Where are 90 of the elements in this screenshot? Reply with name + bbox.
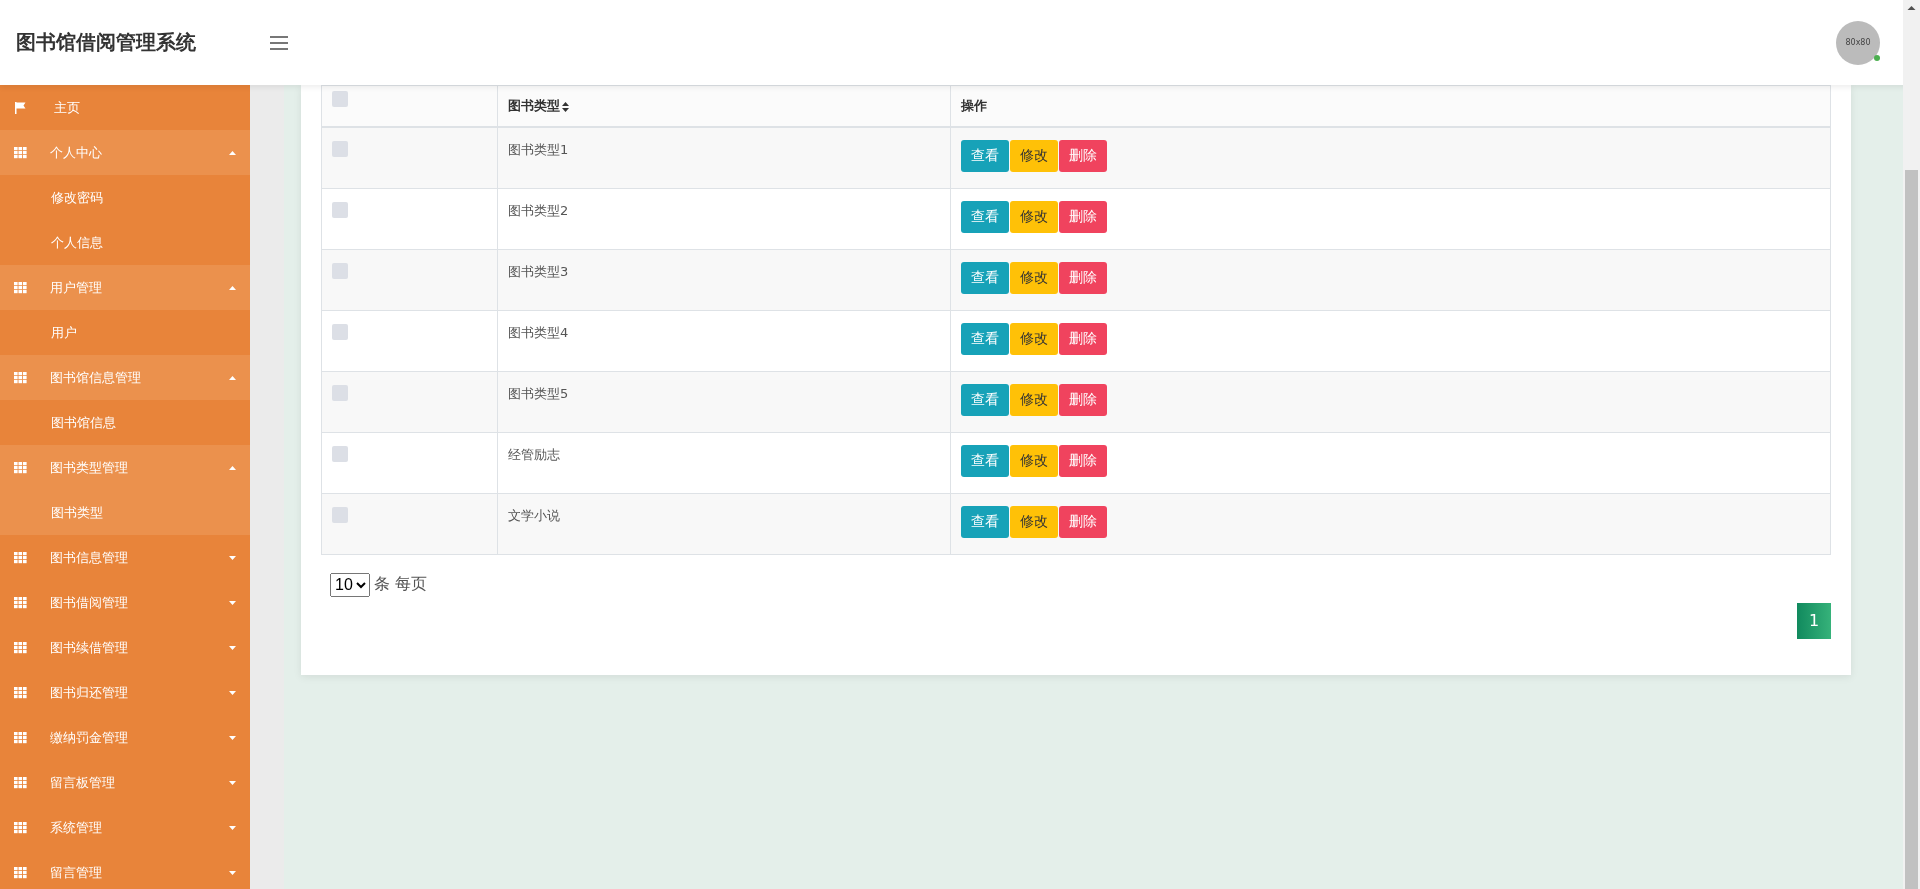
table-cell: 文学小说 (497, 493, 951, 554)
row-checkbox[interactable] (332, 384, 348, 401)
grid-icon (14, 641, 27, 654)
sidebar-item[interactable]: 用户管理 (0, 265, 250, 310)
grid-icon (14, 281, 27, 294)
caret-icon (229, 555, 236, 560)
sidebar-item[interactable]: 主页 (0, 85, 250, 130)
edit-button[interactable]: 修改 (1010, 322, 1058, 355)
scrollbar-thumb[interactable] (1905, 170, 1918, 889)
sidebar-item[interactable]: 图书信息管理 (0, 535, 250, 580)
caret-icon (229, 735, 236, 740)
caret-icon (229, 600, 236, 605)
delete-button[interactable]: 删除 (1059, 200, 1107, 233)
sidebar-item[interactable]: 留言管理 (0, 850, 250, 889)
submenu-item[interactable]: 个人信息 (0, 220, 250, 265)
caret-icon (229, 825, 236, 830)
flag-icon (14, 101, 27, 114)
column-header: 操作 (950, 85, 1831, 127)
avatar-text: 80x80 (1845, 38, 1871, 47)
view-button[interactable]: 查看 (961, 322, 1009, 355)
caret-icon (229, 150, 236, 155)
grid-icon (14, 596, 27, 609)
sidebar-item[interactable]: 图书借阅管理 (0, 580, 250, 625)
sidebar-item[interactable]: 留言板管理 (0, 760, 250, 805)
view-button[interactable]: 查看 (961, 140, 1009, 172)
row-checkbox[interactable] (332, 262, 348, 279)
page-size-select[interactable]: 10 (330, 572, 370, 597)
grid-icon (14, 731, 27, 744)
view-button[interactable]: 查看 (961, 505, 1009, 538)
row-checkbox[interactable] (332, 445, 348, 462)
grid-icon (14, 686, 27, 699)
grid-icon (14, 371, 27, 384)
sidebar-item[interactable]: 缴纳罚金管理 (0, 715, 250, 760)
grid-icon (14, 551, 27, 564)
page-button[interactable]: 1 (1797, 602, 1831, 639)
delete-button[interactable]: 删除 (1059, 261, 1107, 294)
sidebar-item[interactable]: 图书续借管理 (0, 625, 250, 670)
delete-button[interactable]: 删除 (1059, 322, 1107, 355)
table-cell: 经管励志 (497, 432, 951, 493)
table-cell: 图书类型3 (497, 249, 951, 310)
delete-button[interactable]: 删除 (1059, 505, 1107, 538)
table-cell: 图书类型2 (497, 188, 951, 249)
submenu-item[interactable]: 用户 (0, 310, 250, 355)
caret-icon (229, 645, 236, 650)
caret-icon (229, 285, 236, 290)
view-button[interactable]: 查看 (961, 444, 1009, 477)
row-checkbox[interactable] (332, 506, 348, 523)
edit-button[interactable]: 修改 (1010, 444, 1058, 477)
sidebar-item[interactable]: 个人中心 (0, 130, 250, 175)
table-cell: 图书类型4 (497, 310, 951, 371)
edit-button[interactable]: 修改 (1010, 261, 1058, 294)
table-cell: 图书类型1 (497, 127, 951, 188)
submenu-item[interactable]: 修改密码 (0, 175, 250, 220)
sidebar-item[interactable]: 图书类型管理 (0, 445, 250, 490)
delete-button[interactable]: 删除 (1059, 140, 1107, 172)
caret-icon (229, 375, 236, 380)
edit-button[interactable]: 修改 (1010, 140, 1058, 172)
grid-icon (14, 821, 27, 834)
view-button[interactable]: 查看 (961, 383, 1009, 416)
delete-button[interactable]: 删除 (1059, 444, 1107, 477)
sidebar-item[interactable]: 系统管理 (0, 805, 250, 850)
submenu-item[interactable]: 图书类型 (0, 490, 250, 535)
grid-icon (14, 461, 27, 474)
caret-icon (229, 870, 236, 875)
grid-icon (14, 866, 27, 879)
view-button[interactable]: 查看 (961, 261, 1009, 294)
submenu-item[interactable]: 图书馆信息 (0, 400, 250, 445)
grid-icon (14, 146, 27, 159)
caret-icon (229, 465, 236, 470)
grid-icon (14, 776, 27, 789)
sort-icon[interactable] (562, 101, 569, 112)
row-checkbox[interactable] (332, 323, 348, 340)
row-checkbox[interactable] (332, 201, 348, 218)
delete-button[interactable]: 删除 (1059, 383, 1107, 416)
edit-button[interactable]: 修改 (1010, 383, 1058, 416)
select-all-checkbox[interactable] (332, 90, 348, 107)
sidebar-item[interactable]: 图书馆信息管理 (0, 355, 250, 400)
table-cell: 图书类型5 (497, 371, 951, 432)
caret-icon (229, 780, 236, 785)
row-checkbox[interactable] (332, 141, 348, 157)
menu-icon[interactable] (270, 35, 288, 50)
column-header[interactable]: 图书类型 (497, 85, 951, 127)
sidebar-item[interactable]: 图书归还管理 (0, 670, 250, 715)
view-button[interactable]: 查看 (961, 200, 1009, 233)
caret-icon (229, 690, 236, 695)
per-page-label: 条 每页 (374, 574, 428, 595)
edit-button[interactable]: 修改 (1010, 505, 1058, 538)
app-title: 图书馆借阅管理系统 (16, 29, 197, 56)
edit-button[interactable]: 修改 (1010, 200, 1058, 233)
user-avatar[interactable]: 80x80 (1836, 20, 1880, 65)
